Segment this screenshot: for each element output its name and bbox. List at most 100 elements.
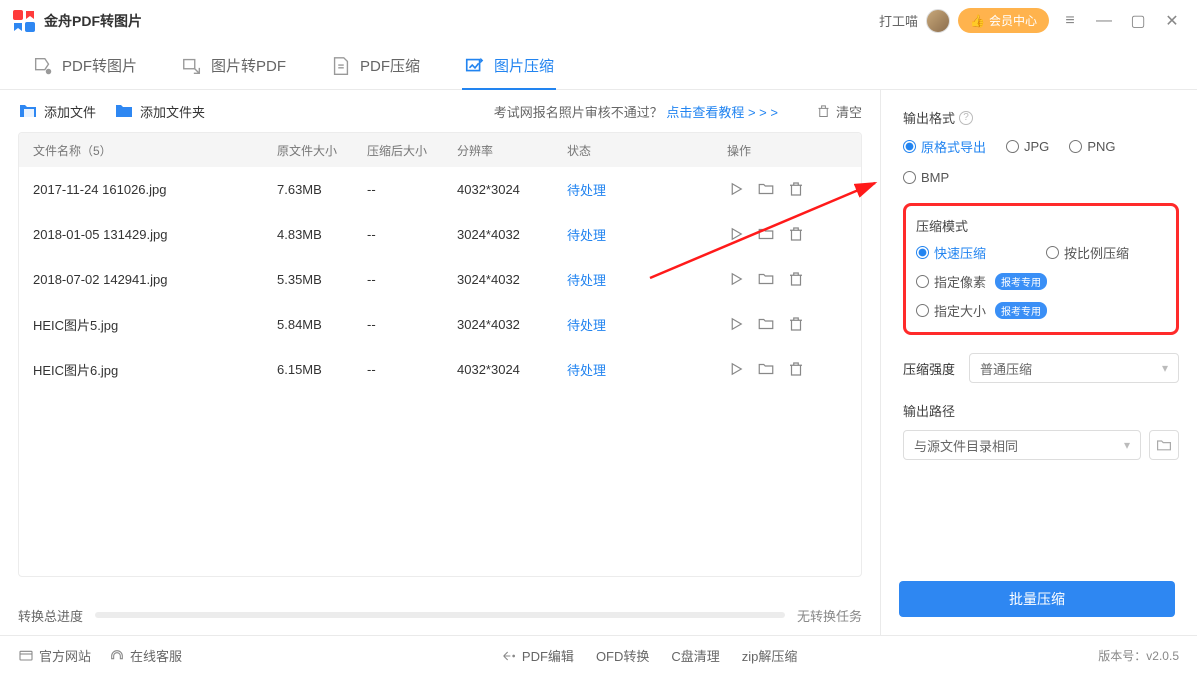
footer-link-3[interactable]: zip解压缩 — [742, 646, 798, 665]
open-folder-icon[interactable] — [757, 270, 775, 288]
compress-mode-title: 压缩模式 — [916, 216, 1166, 235]
strength-title: 压缩强度 — [903, 359, 955, 378]
mode-radio-1[interactable]: 按比例压缩 — [1046, 243, 1156, 262]
resolution: 4032*3024 — [457, 362, 567, 377]
footer-link-0[interactable]: PDF编辑 — [501, 646, 574, 665]
open-folder-icon[interactable] — [757, 180, 775, 198]
tab-pdf-compress[interactable]: PDF压缩 — [308, 42, 442, 90]
official-site-link[interactable]: 官方网站 — [18, 646, 91, 665]
tab-image-to-pdf[interactable]: 图片转PDF — [159, 42, 308, 90]
support-link[interactable]: 在线客服 — [109, 646, 182, 665]
chevron-down-icon: ▾ — [1124, 438, 1130, 452]
image-to-pdf-icon — [181, 55, 203, 77]
app-logo — [12, 9, 36, 33]
table-row: 2017-11-24 161026.jpg7.63MB--4032*3024待处… — [19, 167, 861, 212]
file-name: 2018-07-02 142941.jpg — [19, 272, 277, 287]
pdf-to-image-icon — [32, 55, 54, 77]
compressed-size: -- — [367, 317, 457, 332]
mode-radio-2[interactable]: 指定像素报考专用 — [916, 272, 1047, 291]
folder-icon — [114, 103, 134, 119]
mode-radio-3[interactable]: 指定大小报考专用 — [916, 301, 1047, 320]
resolution: 4032*3024 — [457, 182, 567, 197]
tutorial-link[interactable]: 点击查看教程 > > > — [666, 105, 778, 120]
play-icon[interactable] — [727, 360, 745, 378]
hint-text: 考试网报名照片审核不通过？ 点击查看教程 > > > — [494, 102, 778, 121]
minimize-icon[interactable]: — — [1091, 8, 1117, 34]
format-radio-BMP[interactable]: BMP — [903, 170, 949, 185]
format-radio-原格式导出[interactable]: 原格式导出 — [903, 137, 986, 156]
original-size: 7.63MB — [277, 182, 367, 197]
open-folder-icon[interactable] — [757, 315, 775, 333]
open-folder-icon[interactable] — [757, 360, 775, 378]
menu-icon[interactable]: ≡ — [1057, 8, 1083, 34]
play-icon[interactable] — [727, 225, 745, 243]
clear-button[interactable]: 清空 — [816, 102, 862, 121]
version-label: 版本号：v2.0.5 — [1098, 647, 1179, 664]
play-icon[interactable] — [727, 315, 745, 333]
compressed-size: -- — [367, 272, 457, 287]
format-radio-JPG[interactable]: JPG — [1006, 139, 1049, 154]
status: 待处理 — [567, 180, 727, 199]
status: 待处理 — [567, 270, 727, 289]
compressed-size: -- — [367, 362, 457, 377]
compressed-size: -- — [367, 227, 457, 242]
file-name: 2017-11-24 161026.jpg — [19, 182, 277, 197]
status: 待处理 — [567, 315, 727, 334]
file-name: HEIC图片6.jpg — [19, 360, 277, 379]
delete-icon[interactable] — [787, 360, 805, 378]
delete-icon[interactable] — [787, 180, 805, 198]
delete-icon[interactable] — [787, 315, 805, 333]
resolution: 3024*4032 — [457, 272, 567, 287]
close-icon[interactable]: ✕ — [1159, 8, 1185, 34]
trash-icon — [816, 104, 831, 119]
tab-pdf-to-image[interactable]: PDF转图片 — [10, 42, 159, 90]
browse-folder-button[interactable] — [1149, 430, 1179, 460]
status: 待处理 — [567, 225, 727, 244]
file-name: 2018-01-05 131429.jpg — [19, 227, 277, 242]
progress-bar — [95, 612, 785, 618]
output-format-title: 输出格式 ? — [903, 108, 1179, 127]
delete-icon[interactable] — [787, 225, 805, 243]
footer-link-2[interactable]: C盘清理 — [671, 646, 719, 665]
footer-link-1[interactable]: OFD转换 — [596, 646, 649, 665]
table-row: 2018-07-02 142941.jpg5.35MB--3024*4032待处… — [19, 257, 861, 302]
original-size: 4.83MB — [277, 227, 367, 242]
original-size: 6.15MB — [277, 362, 367, 377]
help-icon[interactable]: ? — [959, 111, 973, 125]
progress-status: 无转换任务 — [797, 606, 862, 625]
maximize-icon[interactable]: ▢ — [1125, 8, 1151, 34]
add-folder-button[interactable]: 添加文件夹 — [114, 102, 205, 121]
mode-radio-0[interactable]: 快速压缩 — [916, 243, 1026, 262]
play-icon[interactable] — [727, 180, 745, 198]
delete-icon[interactable] — [787, 270, 805, 288]
thumbs-up-icon: 👍 — [970, 14, 985, 28]
open-folder-icon[interactable] — [757, 225, 775, 243]
progress-label: 转换总进度 — [18, 606, 83, 625]
strength-select[interactable]: 普通压缩 ▾ — [969, 353, 1179, 383]
main-tabs: PDF转图片 图片转PDF PDF压缩 图片压缩 — [0, 42, 1197, 90]
format-radio-PNG[interactable]: PNG — [1069, 139, 1115, 154]
table-header: 文件名称（5） 原文件大小 压缩后大小 分辨率 状态 操作 — [19, 133, 861, 167]
table-row: HEIC图片5.jpg5.84MB--3024*4032待处理 — [19, 302, 861, 347]
original-size: 5.35MB — [277, 272, 367, 287]
tab-image-compress[interactable]: 图片压缩 — [442, 42, 576, 90]
app-title: 金舟PDF转图片 — [44, 11, 142, 31]
file-name: HEIC图片5.jpg — [19, 315, 277, 334]
output-path-title: 输出路径 — [903, 401, 1179, 420]
file-icon — [18, 103, 38, 119]
chevron-down-icon: ▾ — [1162, 361, 1168, 375]
resolution: 3024*4032 — [457, 227, 567, 242]
table-row: HEIC图片6.jpg6.15MB--4032*3024待处理 — [19, 347, 861, 392]
play-icon[interactable] — [727, 270, 745, 288]
add-file-button[interactable]: 添加文件 — [18, 102, 96, 121]
avatar[interactable] — [926, 9, 950, 33]
table-row: 2018-01-05 131429.jpg4.83MB--3024*4032待处… — [19, 212, 861, 257]
resolution: 3024*4032 — [457, 317, 567, 332]
exam-badge: 报考专用 — [995, 273, 1047, 290]
original-size: 5.84MB — [277, 317, 367, 332]
compress-mode-box: 压缩模式 快速压缩 按比例压缩 指定像素报考专用 指定大小报考专用 — [903, 203, 1179, 335]
member-center-button[interactable]: 👍 会员中心 — [958, 8, 1049, 33]
output-path-select[interactable]: 与源文件目录相同 ▾ — [903, 430, 1141, 460]
pdf-compress-icon — [330, 55, 352, 77]
batch-compress-button[interactable]: 批量压缩 — [899, 581, 1175, 617]
